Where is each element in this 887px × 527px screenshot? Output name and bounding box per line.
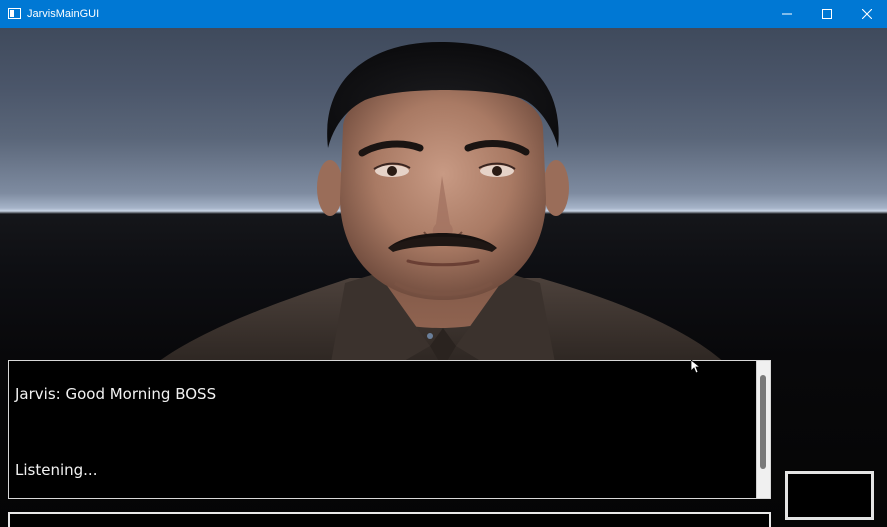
minimize-icon [782, 13, 792, 15]
chat-blank-line [15, 423, 755, 442]
maximize-button[interactable] [807, 0, 847, 28]
assistant-message: Jarvis: Good Morning BOSS [15, 385, 217, 403]
minimize-button[interactable] [767, 0, 807, 28]
close-button[interactable] [847, 0, 887, 28]
mouse-cursor-icon [691, 360, 701, 374]
maximize-icon [822, 9, 832, 19]
listening-status: Listening... [15, 461, 98, 479]
title-bar[interactable]: JarvisMainGUI [0, 0, 887, 28]
chat-log-text: Jarvis: Good Morning BOSS Listening... [15, 366, 755, 499]
window-title: JarvisMainGUI [27, 8, 100, 20]
chat-scrollbar-thumb[interactable] [760, 375, 766, 469]
chat-scrollbar[interactable] [756, 361, 770, 498]
app-window: JarvisMainGUI Jarvis: Good Morning BOSS … [0, 0, 887, 527]
app-window-icon [8, 8, 21, 19]
command-input[interactable] [8, 512, 771, 527]
action-button[interactable] [785, 471, 874, 520]
close-icon [862, 9, 872, 19]
chat-log[interactable]: Jarvis: Good Morning BOSS Listening... [8, 360, 771, 499]
